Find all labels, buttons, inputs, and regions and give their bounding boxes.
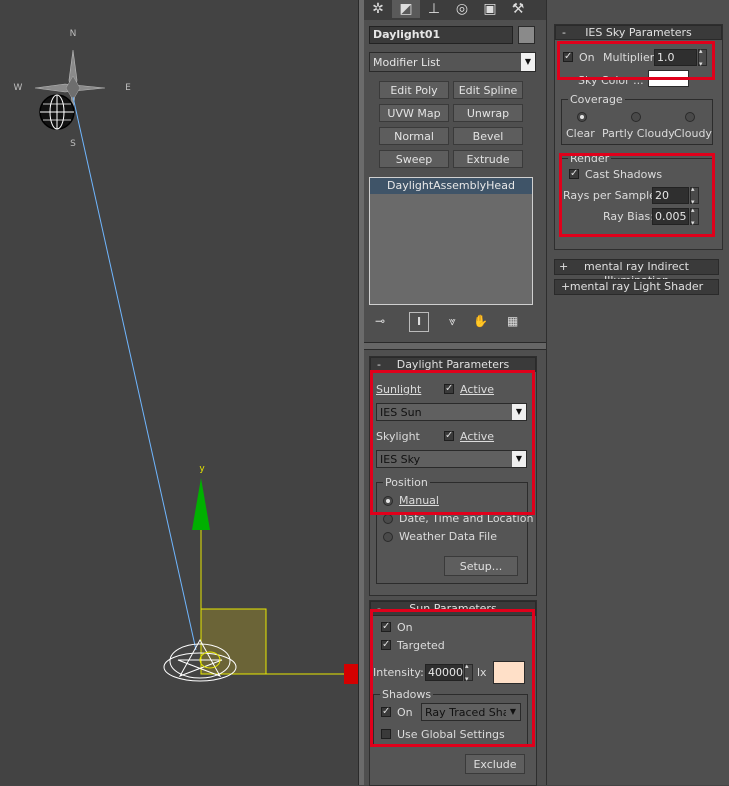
- hammer-icon: ⚒: [511, 1, 525, 17]
- coverage-clear-radio[interactable]: [577, 112, 587, 122]
- edit-spline-button[interactable]: Edit Spline: [453, 81, 523, 99]
- stack-item-daylightassemblyhead[interactable]: DaylightAssemblyHead: [370, 178, 532, 194]
- modifier-list-label: Modifier List: [373, 56, 441, 69]
- utilities-tab[interactable]: ⚒: [504, 0, 532, 18]
- highlight-daylight-params: [370, 370, 535, 515]
- compass-n-label: N: [70, 29, 77, 39]
- compass-s-label: S: [70, 139, 76, 149]
- mental-ray-indirect-illumination-rollout[interactable]: +mental ray Indirect Illumination: [554, 259, 719, 287]
- weather-data-file-label: Weather Data File: [399, 530, 497, 543]
- viewport[interactable]: N E W S y: [0, 0, 358, 785]
- date-time-location-radio[interactable]: [383, 514, 393, 524]
- setup-button[interactable]: Setup...: [444, 556, 518, 576]
- configure-sets-icon[interactable]: ▦: [507, 314, 518, 328]
- coverage-cloudy-label: Cloudy: [674, 127, 712, 140]
- chevron-down-icon: ▼: [521, 53, 535, 71]
- stack-toolbar: ⊸ I ⩔ ✋ ▦: [369, 312, 533, 334]
- modify-icon: ◩: [399, 1, 413, 17]
- uvw-map-button[interactable]: UVW Map: [379, 104, 449, 122]
- coverage-group-title: Coverage: [568, 93, 625, 106]
- bevel-profile-button[interactable]: Bevel Profile: [453, 127, 523, 161]
- modifier-list-dropdown[interactable]: Modifier List ▼: [369, 52, 536, 72]
- object-color-swatch[interactable]: [518, 26, 535, 44]
- coverage-clear-label: Clear: [566, 127, 595, 140]
- sweep-button[interactable]: Sweep: [379, 150, 449, 168]
- coverage-partly-cloudy-radio[interactable]: [631, 112, 641, 122]
- command-tabs: ✲ ◩ ⊥ ◎ ▣ ⚒: [364, 0, 546, 20]
- extrude-button[interactable]: Extrude: [453, 150, 523, 168]
- create-tab[interactable]: ✲: [364, 0, 392, 18]
- object-name-field[interactable]: Daylight01: [369, 26, 513, 44]
- modifier-stack[interactable]: DaylightAssemblyHead: [369, 177, 533, 305]
- mental-ray-light-shader-title: mental ray Light Shader: [569, 280, 704, 293]
- axis-y-label: y: [199, 464, 205, 474]
- compass-e-label: E: [125, 83, 131, 93]
- gizmo-x-arrow[interactable]: [344, 664, 358, 684]
- display-tab[interactable]: ▣: [476, 0, 504, 18]
- display-icon: ▣: [483, 1, 497, 17]
- normal-button[interactable]: Normal: [379, 127, 449, 145]
- compass-w-label: W: [14, 83, 23, 93]
- ies-sky-parameters-title: IES Sky Parameters: [585, 26, 692, 39]
- motion-icon: ◎: [455, 1, 469, 17]
- highlight-sky-multiplier: [557, 41, 715, 80]
- light-direction-line: [72, 96, 197, 651]
- coverage-cloudy-radio[interactable]: [685, 112, 695, 122]
- hierarchy-tab[interactable]: ⊥: [420, 0, 448, 18]
- coverage-partly-cloudy-label: Partly Cloudy: [602, 127, 675, 140]
- ies-sky-parameters-header[interactable]: - IES Sky Parameters: [555, 25, 722, 40]
- remove-modifier-icon[interactable]: ✋: [473, 314, 488, 328]
- gizmo-y-arrow[interactable]: [192, 478, 210, 530]
- edit-poly-button[interactable]: Edit Poly: [379, 81, 449, 99]
- highlight-sun-params: [370, 609, 535, 747]
- highlight-sky-render: [559, 153, 715, 237]
- sun-globe-icon[interactable]: [39, 94, 75, 130]
- scene-canvas[interactable]: N E W S y: [0, 0, 358, 785]
- make-unique-icon[interactable]: ⩔: [449, 314, 456, 329]
- exclude-button[interactable]: Exclude: [465, 754, 525, 774]
- motion-tab[interactable]: ◎: [448, 0, 476, 18]
- star-icon: ✲: [372, 1, 384, 17]
- weather-data-file-radio[interactable]: [383, 532, 393, 542]
- panel-divider[interactable]: [364, 342, 546, 350]
- mental-ray-light-shader-rollout[interactable]: + mental ray Light Shader: [554, 279, 719, 295]
- hierarchy-icon: ⊥: [427, 1, 441, 17]
- unwrap-uvw-button[interactable]: Unwrap UVW: [453, 104, 523, 138]
- modify-tab[interactable]: ◩: [392, 0, 420, 18]
- pin-stack-icon[interactable]: ⊸: [375, 314, 385, 328]
- show-end-result-icon[interactable]: I: [409, 312, 429, 332]
